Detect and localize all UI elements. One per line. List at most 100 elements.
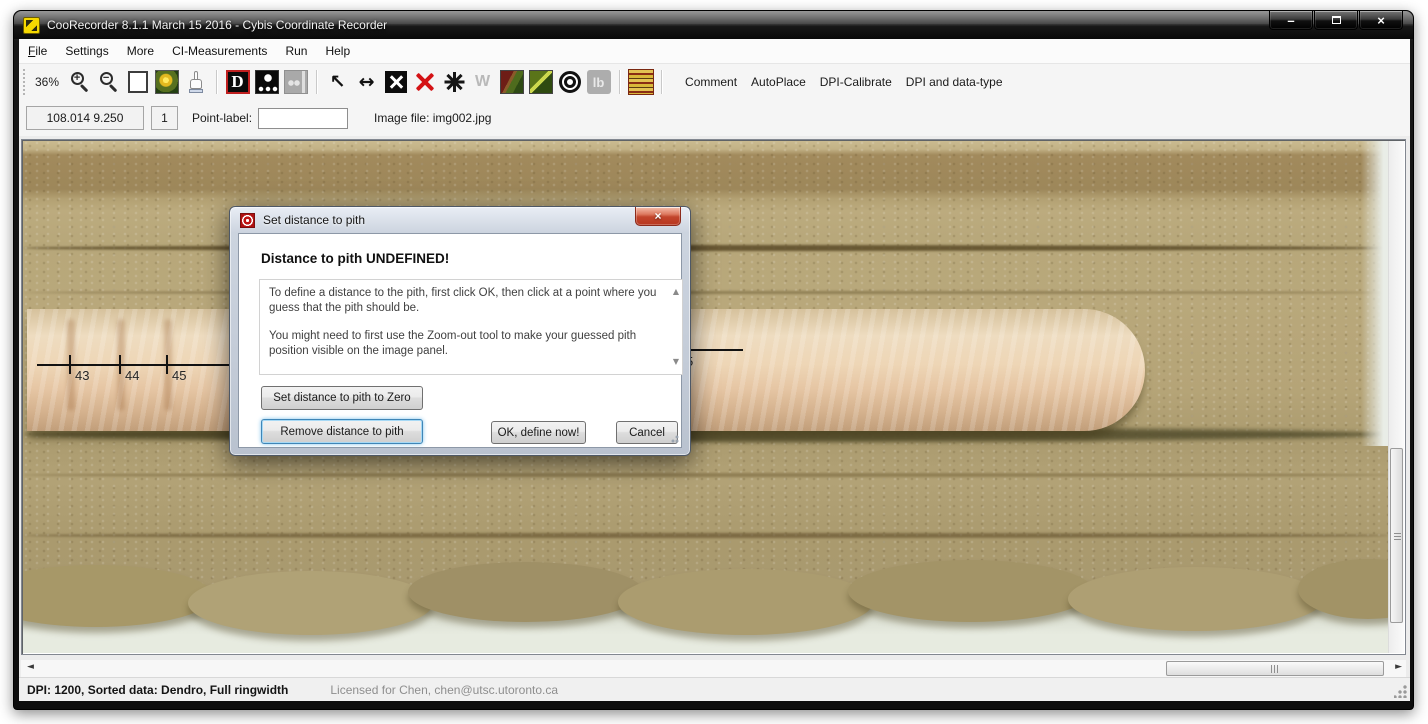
- remove-distance-button[interactable]: Remove distance to pith: [261, 419, 423, 444]
- points-icon: [255, 70, 279, 94]
- ring-label-43: 43: [75, 368, 89, 383]
- remove-button[interactable]: [411, 68, 438, 96]
- toolbar: 36% + − D ↖ ↔: [19, 63, 1410, 100]
- titlebar[interactable]: CooRecorder 8.1.1 March 15 2016 - Cybis …: [14, 11, 1413, 39]
- delete-point-button[interactable]: [382, 68, 409, 96]
- white-frame-icon: [128, 71, 148, 93]
- menu-run[interactable]: Run: [276, 40, 316, 62]
- table-view-button[interactable]: [627, 68, 654, 96]
- gap-points-button[interactable]: [282, 68, 309, 96]
- horizontal-scrollbar[interactable]: ◄ ►: [21, 660, 1406, 677]
- window-controls: – ×: [1268, 11, 1403, 30]
- measurement-line: [689, 349, 743, 351]
- menubar: File Settings More CI-Measurements Run H…: [19, 39, 1410, 63]
- scroll-left-icon[interactable]: ◄: [27, 662, 34, 672]
- point-label-caption: Point-label:: [192, 111, 252, 125]
- toolbar-separator: [619, 70, 620, 94]
- point-label-input[interactable]: [258, 108, 348, 129]
- app-window: CooRecorder 8.1.1 March 15 2016 - Cybis …: [13, 10, 1414, 710]
- minimize-button[interactable]: –: [1269, 11, 1313, 30]
- d-tool-icon: D: [226, 70, 250, 94]
- measurement-tick: [119, 355, 121, 374]
- dpi-datatype-button[interactable]: DPI and data-type: [899, 70, 1010, 94]
- lb-tool-button[interactable]: lb: [585, 68, 612, 96]
- dialog-titlebar[interactable]: Set distance to pith ×: [230, 207, 690, 233]
- pan-button[interactable]: [182, 68, 209, 96]
- photo-right-edge: [1361, 141, 1389, 446]
- maximize-button[interactable]: [1314, 11, 1358, 30]
- diagonal-photo-icon: [529, 70, 553, 94]
- torn-edge: [1068, 567, 1323, 631]
- hand-icon: [186, 70, 206, 94]
- autoplace-button[interactable]: AutoPlace: [744, 70, 813, 94]
- star-marker-button[interactable]: [440, 68, 467, 96]
- dialog-body: Distance to pith UNDEFINED! To define a …: [238, 233, 682, 448]
- pointer-arrow-icon: ↖: [330, 71, 346, 93]
- striped-table-icon: [628, 69, 654, 95]
- fit-view-button[interactable]: [124, 68, 151, 96]
- toolbar-separator: [316, 70, 317, 94]
- menu-help[interactable]: Help: [316, 40, 359, 62]
- points-mode-button[interactable]: [253, 68, 280, 96]
- cursor-coordinates: 108.014 9.250: [26, 106, 144, 130]
- menu-more[interactable]: More: [118, 40, 163, 62]
- scrollbar-grip: [1271, 665, 1280, 673]
- close-button[interactable]: ×: [1359, 11, 1403, 30]
- zoom-level-label: 36%: [35, 75, 59, 89]
- dialog-instructions: To define a distance to the pith, first …: [259, 279, 683, 375]
- zoom-in-icon: +: [69, 71, 91, 93]
- point-number: 1: [151, 106, 178, 130]
- image-file-label: Image file: img002.jpg: [374, 111, 491, 125]
- vertical-scrollbar[interactable]: [1388, 141, 1404, 653]
- torn-edge: [618, 569, 873, 635]
- scroll-right-icon[interactable]: ►: [1395, 662, 1402, 672]
- menu-ci-measurements[interactable]: CI-Measurements: [163, 40, 276, 62]
- dpi-calibrate-button[interactable]: DPI-Calibrate: [813, 70, 899, 94]
- vertical-scrollbar-thumb[interactable]: [1390, 448, 1403, 623]
- open-image-button[interactable]: [153, 68, 180, 96]
- instruction-paragraph: To define a distance to the pith, first …: [269, 286, 662, 315]
- minimize-icon: –: [1287, 13, 1294, 28]
- cardboard-groove: [23, 291, 1389, 294]
- ring-label-45: 45: [172, 368, 186, 383]
- bark-tool-button[interactable]: [498, 68, 525, 96]
- menu-settings[interactable]: Settings: [56, 40, 117, 62]
- dialog-close-button[interactable]: ×: [635, 207, 681, 226]
- pith-target-button[interactable]: [556, 68, 583, 96]
- scrollbar-grip: [1394, 533, 1401, 541]
- status-dpi-info: DPI: 1200, Sorted data: Dendro, Full rin…: [27, 683, 288, 697]
- zoom-out-button[interactable]: −: [95, 68, 122, 96]
- comment-button[interactable]: Comment: [678, 70, 744, 94]
- close-icon: ×: [1377, 13, 1385, 28]
- horizontal-scrollbar-thumb[interactable]: [1166, 661, 1384, 676]
- set-distance-dialog: Set distance to pith × Distance to pith …: [229, 206, 691, 456]
- ok-define-button[interactable]: OK, define now!: [491, 421, 586, 444]
- gap-points-icon: [284, 70, 308, 94]
- measurement-line: [37, 364, 239, 366]
- set-distance-zero-button[interactable]: Set distance to pith to Zero: [261, 386, 423, 410]
- toolbar-gripper: [22, 69, 28, 95]
- d-mode-button[interactable]: D: [224, 68, 251, 96]
- screen: CooRecorder 8.1.1 March 15 2016 - Cybis …: [0, 0, 1428, 724]
- slope-tool-button[interactable]: [527, 68, 554, 96]
- status-license-info: Licensed for Chen, chen@utsc.utoronto.ca: [330, 683, 558, 697]
- scroll-up-icon[interactable]: ▲: [673, 285, 679, 300]
- workspace: 43 44 45 5: [19, 136, 1410, 677]
- scroll-down-icon[interactable]: ▼: [673, 355, 679, 370]
- menu-file[interactable]: File: [19, 40, 56, 62]
- w-tool-button[interactable]: W: [469, 68, 496, 96]
- ring-label-44: 44: [125, 368, 139, 383]
- zoom-in-button[interactable]: +: [66, 68, 93, 96]
- sample-photo[interactable]: 43 44 45 5: [23, 141, 1389, 653]
- move-point-button[interactable]: ↔: [353, 68, 380, 96]
- coordinate-bar: 108.014 9.250 1 Point-label: Image file:…: [19, 100, 1410, 136]
- flower-photo-icon: [155, 70, 179, 94]
- instruction-paragraph: You might need to first use the Zoom-out…: [269, 329, 662, 358]
- w-letter-icon: W: [475, 73, 490, 91]
- window-resize-grip[interactable]: [1394, 685, 1407, 698]
- select-pointer-button[interactable]: ↖: [324, 68, 351, 96]
- measurement-tick: [69, 355, 71, 374]
- dialog-resize-grip[interactable]: [669, 435, 679, 445]
- app-logo-icon: [23, 17, 40, 34]
- cardboard-groove: [23, 473, 1389, 477]
